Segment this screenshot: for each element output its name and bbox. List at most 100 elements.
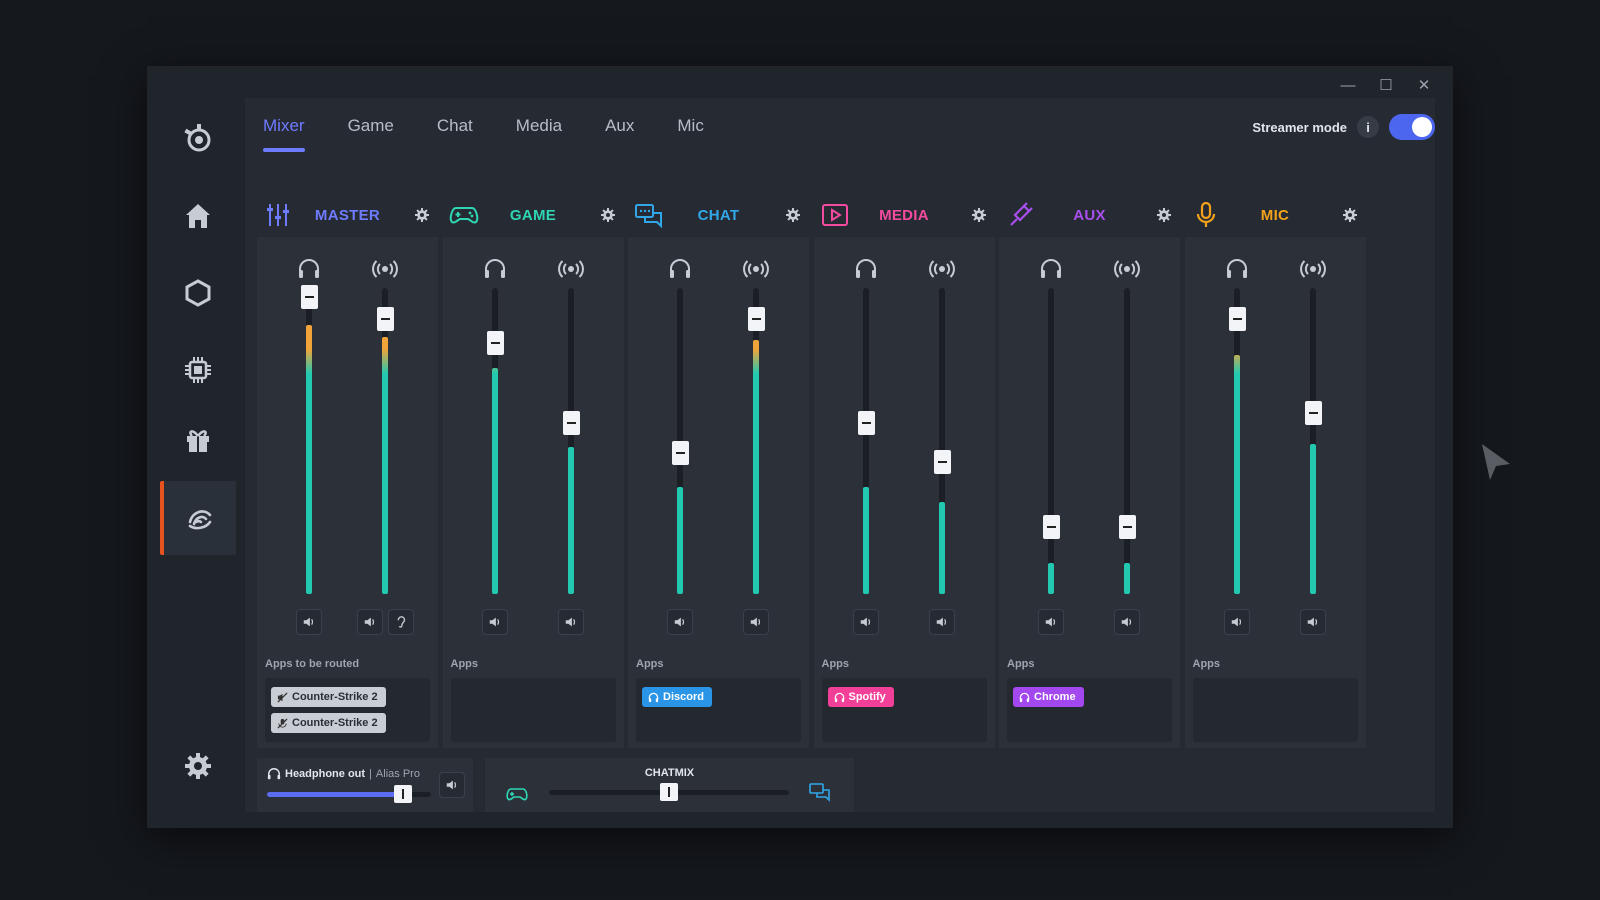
app-chip[interactable]: Counter-Strike 2 (271, 687, 386, 707)
right-fader-track[interactable] (1124, 288, 1130, 594)
left-fader-knob[interactable] (486, 331, 504, 355)
left-fader-track[interactable] (1048, 288, 1054, 594)
personal-mute-button[interactable] (481, 609, 508, 635)
right-fader-knob[interactable] (377, 307, 394, 331)
app-chip-label: Chrome (1034, 691, 1076, 703)
app-chip[interactable]: Spotify (827, 687, 894, 707)
left-fader-track[interactable] (306, 288, 312, 594)
broadcast-icon (557, 260, 584, 278)
apps-drop-zone[interactable]: Chrome (1007, 678, 1172, 742)
personal-mute-button[interactable] (1038, 609, 1064, 635)
channel-name: GAME (509, 206, 557, 224)
sidebar-item-settings[interactable] (160, 729, 236, 803)
apps-drop-zone[interactable]: Discord (636, 678, 801, 742)
level-meter (567, 447, 574, 594)
left-fader-knob[interactable] (672, 441, 689, 465)
stream-mute-button[interactable] (557, 609, 584, 635)
ear-icon (397, 616, 406, 628)
channel-settings-gear-icon[interactable] (1342, 207, 1358, 223)
tab-game[interactable]: Game (348, 116, 394, 158)
headphones-icon (1041, 259, 1061, 278)
tab-aux[interactable]: Aux (605, 116, 634, 158)
headphone-volume-slider[interactable] (267, 785, 431, 803)
sidebar-item-devices[interactable] (160, 333, 236, 407)
chatmix-slider[interactable] (549, 783, 789, 801)
left-fader-track[interactable] (862, 288, 869, 594)
left-fader-knob[interactable] (857, 411, 875, 435)
right-fader-knob[interactable] (748, 307, 765, 331)
tab-chat[interactable]: Chat (437, 116, 473, 158)
steelseries-logo[interactable] (160, 101, 236, 175)
left-fader-knob[interactable] (1228, 307, 1246, 331)
channel-settings-gear-icon[interactable] (785, 207, 801, 223)
headphones-icon (267, 768, 281, 780)
info-icon[interactable]: i (1357, 116, 1379, 138)
channel-name: MEDIA (879, 206, 929, 224)
personal-mute-button[interactable] (296, 609, 322, 635)
channel-strip-aux: AUX Apps Chrome (999, 193, 1180, 748)
channel-settings-gear-icon[interactable] (600, 207, 616, 223)
stream-mix-icon (557, 256, 584, 282)
sidebar-item-sonar[interactable] (160, 481, 236, 555)
tab-media[interactable]: Media (516, 116, 562, 158)
hexagon-icon (185, 279, 211, 307)
stream-mute-button[interactable] (1299, 609, 1326, 635)
speaker-icon (936, 617, 946, 627)
personal-mute-button[interactable] (852, 609, 879, 635)
sidebar-item-home[interactable] (160, 179, 236, 253)
right-fader-knob[interactable] (562, 411, 580, 435)
right-fader-knob[interactable] (1304, 401, 1322, 425)
headphone-volume-fill (267, 792, 403, 797)
app-chip[interactable]: Counter-Strike 2 (271, 713, 386, 733)
minimize-button[interactable]: — (1329, 72, 1367, 98)
right-fader-track[interactable] (753, 288, 759, 594)
personal-mix-icon (482, 256, 508, 282)
right-fader-track[interactable] (1309, 288, 1316, 594)
left-fader-knob[interactable] (1043, 515, 1060, 539)
apps-drop-zone[interactable] (1192, 678, 1358, 742)
chatmix-knob[interactable] (660, 783, 678, 801)
maximize-button[interactable]: ☐ (1367, 72, 1405, 98)
right-fader-track[interactable] (938, 288, 945, 594)
personal-mute-button[interactable] (1223, 609, 1250, 635)
apps-label: Apps to be routed (265, 658, 360, 670)
channel-strip-media: MEDIA Apps Spotify (813, 193, 995, 748)
stream-mute-button[interactable] (357, 609, 383, 635)
personal-mute-button[interactable] (667, 609, 693, 635)
speaker-icon (1307, 617, 1317, 627)
sidebar-item-engine[interactable] (160, 256, 236, 330)
stream-mute-button[interactable] (1114, 609, 1140, 635)
channel-settings-gear-icon[interactable] (971, 207, 987, 223)
sidebar-item-rewards[interactable] (160, 403, 236, 477)
close-button[interactable]: ✕ (1405, 72, 1443, 98)
left-fader-track[interactable] (1233, 288, 1240, 594)
apps-drop-zone[interactable]: Spotify (821, 678, 987, 742)
stream-mute-button[interactable] (743, 609, 769, 635)
left-fader-knob[interactable] (301, 285, 318, 309)
apps-drop-zone[interactable] (450, 678, 616, 742)
headphones-icon (1019, 692, 1030, 702)
right-fader-track[interactable] (567, 288, 574, 594)
channel-settings-gear-icon[interactable] (1156, 207, 1172, 223)
app-chip[interactable]: Discord (642, 687, 712, 707)
streamer-mode-toggle[interactable] (1389, 114, 1435, 140)
tab-mixer[interactable]: Mixer (263, 116, 305, 158)
personal-mix-icon (1038, 256, 1064, 282)
app-chip-label: Counter-Strike 2 (292, 691, 378, 703)
personal-mix-icon (1224, 256, 1250, 282)
right-fader-knob[interactable] (1119, 515, 1136, 539)
speaker-icon (1231, 617, 1241, 627)
apps-drop-zone[interactable]: Counter-Strike 2 Counter-Strike 2 (265, 678, 430, 742)
stream-mute-button[interactable] (928, 609, 955, 635)
speaker-icon (364, 617, 375, 627)
channel-name: MASTER (314, 206, 381, 224)
app-chip[interactable]: Chrome (1013, 687, 1084, 707)
right-fader-track[interactable] (382, 288, 388, 594)
monitor-button[interactable] (388, 609, 414, 635)
headphone-out-mute-button[interactable] (439, 772, 465, 798)
channel-settings-gear-icon[interactable] (414, 207, 430, 223)
tab-mic[interactable]: Mic (677, 116, 703, 158)
headphone-volume-knob[interactable] (394, 785, 412, 803)
right-fader-knob[interactable] (933, 450, 951, 474)
streamer-mode-label: Streamer mode (1252, 119, 1347, 135)
